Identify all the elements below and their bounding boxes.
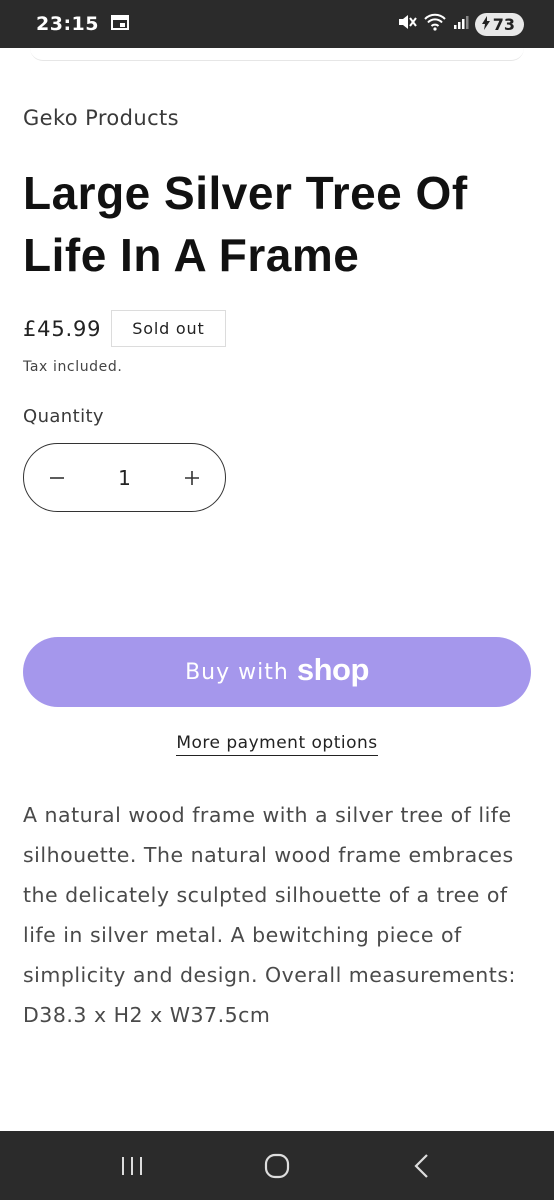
increase-quantity-button[interactable]: [159, 444, 225, 511]
system-nav-bar: [0, 1131, 554, 1200]
battery-charging-icon: [481, 15, 491, 34]
calendar-icon: [110, 14, 129, 34]
buy-with-label: Buy with: [185, 659, 289, 685]
back-icon[interactable]: [392, 1136, 452, 1196]
product-description: A natural wood frame with a silver tree …: [23, 803, 516, 1027]
battery-indicator: 73: [474, 12, 524, 36]
quantity-stepper: 1: [23, 443, 226, 512]
minus-icon: [50, 476, 64, 479]
status-time: 23:15: [36, 13, 99, 35]
quantity-input[interactable]: 1: [118, 466, 131, 490]
recent-apps-icon[interactable]: [102, 1136, 162, 1196]
plus-icon: [184, 470, 199, 485]
wifi-icon: [423, 13, 447, 35]
more-payment-options-link[interactable]: More payment options: [176, 733, 378, 756]
buy-with-shop-button[interactable]: Buy with shop: [23, 637, 531, 707]
product-price: £45.99: [23, 316, 102, 341]
battery-level: 73: [492, 14, 515, 34]
quantity-label: Quantity: [23, 406, 104, 427]
mute-icon: [397, 13, 417, 35]
tax-note: Tax included.: [23, 359, 123, 375]
signal-icon: [453, 14, 469, 34]
status-bar: 23:15 73: [0, 0, 554, 48]
home-icon[interactable]: [247, 1136, 307, 1196]
shop-logo: shop: [296, 652, 370, 687]
decrease-quantity-button[interactable]: [24, 444, 90, 511]
more-payment-options-link-wrap: More payment options: [0, 733, 554, 756]
price-row: £45.99 Sold out: [23, 310, 226, 347]
sold-out-badge: Sold out: [111, 310, 226, 347]
header-edge: [30, 48, 524, 61]
product-title: Large Silver Tree Of Life In A Frame: [23, 167, 468, 281]
product-vendor[interactable]: Geko Products: [23, 106, 179, 130]
